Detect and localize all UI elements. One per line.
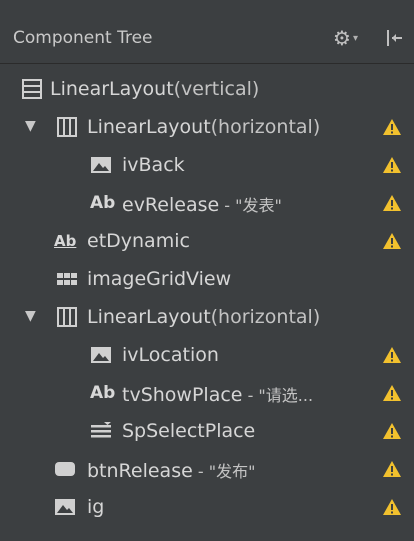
tree-item-label: ig — [87, 496, 105, 518]
expand-arrow-icon[interactable]: ▼ — [25, 118, 41, 134]
tree-row[interactable]: Ab tvShowPlace - "请选... — [0, 374, 414, 412]
textview-icon: Ab — [90, 383, 116, 403]
tree-item-label: SpSelectPlace — [122, 420, 256, 442]
tree-item-label: ivBack — [122, 154, 185, 176]
tree-item-label: btnRelease - "发布" — [87, 460, 256, 482]
horizontal-layout-icon — [57, 117, 77, 137]
warning-icon[interactable] — [382, 422, 402, 440]
tree-item-label: LinearLayout(horizontal) — [87, 116, 321, 138]
image-icon — [91, 157, 111, 173]
tree-item-label: LinearLayout(vertical) — [50, 78, 260, 100]
panel-title: Component Tree — [13, 28, 153, 48]
horizontal-layout-icon — [57, 307, 77, 327]
edittext-icon: Ab — [54, 232, 77, 250]
grid-icon — [57, 273, 77, 285]
spinner-icon — [91, 422, 111, 438]
tree-row[interactable]: ▼ LinearLayout(horizontal) — [0, 108, 414, 146]
tree-row[interactable]: ivBack — [0, 146, 414, 184]
tree-row[interactable]: btnRelease - "发布" — [0, 450, 414, 488]
tree-item-label: ivLocation — [122, 344, 219, 366]
vertical-layout-icon — [22, 79, 42, 99]
gear-icon: ⚙ — [333, 26, 351, 50]
panel-header: Component Tree ⚙ ▾ — [0, 0, 414, 64]
settings-button[interactable]: ⚙ ▾ — [333, 26, 373, 50]
tree-item-label: evRelease - "发表" — [122, 194, 282, 216]
warning-icon[interactable] — [382, 384, 402, 402]
chevron-down-icon: ▾ — [352, 32, 358, 44]
expand-arrow-icon[interactable]: ▼ — [25, 308, 41, 324]
warning-icon[interactable] — [382, 346, 402, 364]
image-icon — [55, 499, 75, 515]
tree-item-label: LinearLayout(horizontal) — [87, 306, 321, 328]
tree-row[interactable]: imageGridView — [0, 260, 414, 298]
warning-icon[interactable] — [382, 460, 402, 478]
warning-icon[interactable] — [382, 194, 402, 212]
tree-row[interactable]: ▼ LinearLayout(horizontal) — [0, 298, 414, 336]
tree-row[interactable]: LinearLayout(vertical) — [0, 70, 414, 108]
textview-icon: Ab — [90, 193, 116, 213]
tree-item-label: imageGridView — [87, 268, 232, 290]
hide-panel-icon[interactable] — [384, 28, 404, 48]
warning-icon[interactable] — [382, 118, 402, 136]
image-icon — [91, 347, 111, 363]
tree-row[interactable]: ig — [0, 488, 414, 526]
warning-icon[interactable] — [382, 156, 402, 174]
tree-item-label: etDynamic — [87, 230, 190, 252]
warning-icon[interactable] — [382, 232, 402, 250]
tree-row[interactable]: SpSelectPlace — [0, 412, 414, 450]
tree-row[interactable]: Ab evRelease - "发表" — [0, 184, 414, 222]
component-tree-panel: Component Tree ⚙ ▾ LinearLayout(vertical… — [0, 0, 414, 541]
tree-row[interactable]: Ab etDynamic — [0, 222, 414, 260]
warning-icon[interactable] — [382, 498, 402, 516]
tree-row[interactable]: ivLocation — [0, 336, 414, 374]
tree-item-label: tvShowPlace - "请选... — [122, 384, 314, 406]
button-icon — [55, 462, 75, 476]
